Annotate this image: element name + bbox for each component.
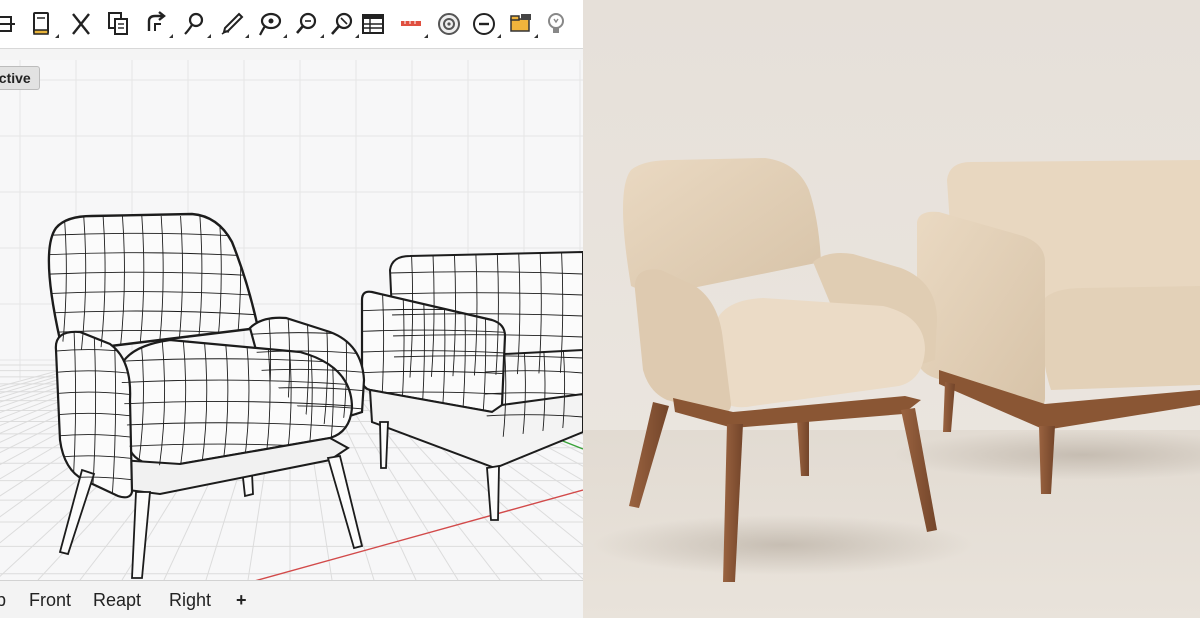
zoom-out-icon (473, 13, 495, 35)
undo-tool-button[interactable] (138, 6, 174, 42)
document-icon (33, 12, 49, 35)
lasso-icon (184, 12, 204, 35)
armchair-shadow (593, 515, 973, 575)
sofa-leg-left (379, 421, 389, 469)
armchair-leg-front-right (131, 491, 151, 579)
lasso-select-icon (259, 12, 282, 36)
copy-tool-button[interactable] (100, 6, 136, 42)
cut-tool-button[interactable] (63, 6, 99, 42)
viewport-tabs-bar: p Front Reapt Right + (0, 580, 583, 618)
sofa-render-seat (1042, 286, 1200, 390)
lasso-tool-button[interactable] (176, 6, 212, 42)
table-icon (362, 14, 384, 34)
ruler-tool-button[interactable] (393, 6, 429, 42)
ruler-icon (401, 21, 421, 26)
tab-front[interactable]: Front (29, 590, 71, 611)
tab-reapt[interactable]: Reapt (93, 590, 141, 611)
target-icon (438, 13, 460, 35)
render-scene (583, 0, 1200, 618)
app-window: ective p Front Reapt Right + (0, 0, 1200, 618)
sofa-wireframe (360, 250, 583, 521)
cad-application: ective p Front Reapt Right + (0, 0, 583, 618)
armchair-leg-back-left (326, 454, 364, 550)
armchair-wireframe (47, 212, 366, 579)
toolbar (0, 0, 583, 48)
rendered-preview (583, 0, 1200, 618)
armchair-leg-front-left (58, 468, 96, 556)
cut-icon (72, 13, 90, 35)
bulb-icon (548, 13, 564, 33)
target-tool-button[interactable] (431, 6, 467, 42)
folder-icon (510, 14, 531, 32)
folder-tool-button[interactable] (503, 6, 539, 42)
document-tool-button[interactable] (24, 6, 60, 42)
zoom-tool-button[interactable] (289, 6, 325, 42)
copy-icon (108, 12, 128, 35)
toolbar-divider (0, 48, 583, 49)
lasso-select-tool-button[interactable] (252, 6, 288, 42)
viewport-scene (0, 60, 583, 580)
perspective-viewport[interactable] (0, 60, 583, 580)
undo-icon (147, 11, 166, 31)
tab-top[interactable]: p (0, 590, 6, 611)
zoom-icon (296, 12, 317, 34)
viewport-label: ective (0, 70, 31, 86)
shape-tool-button[interactable] (0, 6, 22, 42)
zoom-out-tool-button[interactable] (466, 6, 502, 42)
zoom-window-icon (331, 12, 353, 35)
pen-tool-button[interactable] (214, 6, 250, 42)
bulb-tool-button[interactable] (538, 6, 574, 42)
tab-right[interactable]: Right (169, 590, 211, 611)
viewport-label-tab[interactable]: ective (0, 66, 40, 90)
shape-icon (0, 16, 15, 32)
sofa-leg-front (486, 464, 500, 521)
pen-icon (221, 12, 244, 35)
add-view-tab-button[interactable]: + (236, 590, 247, 611)
table-tool-button[interactable] (355, 6, 391, 42)
